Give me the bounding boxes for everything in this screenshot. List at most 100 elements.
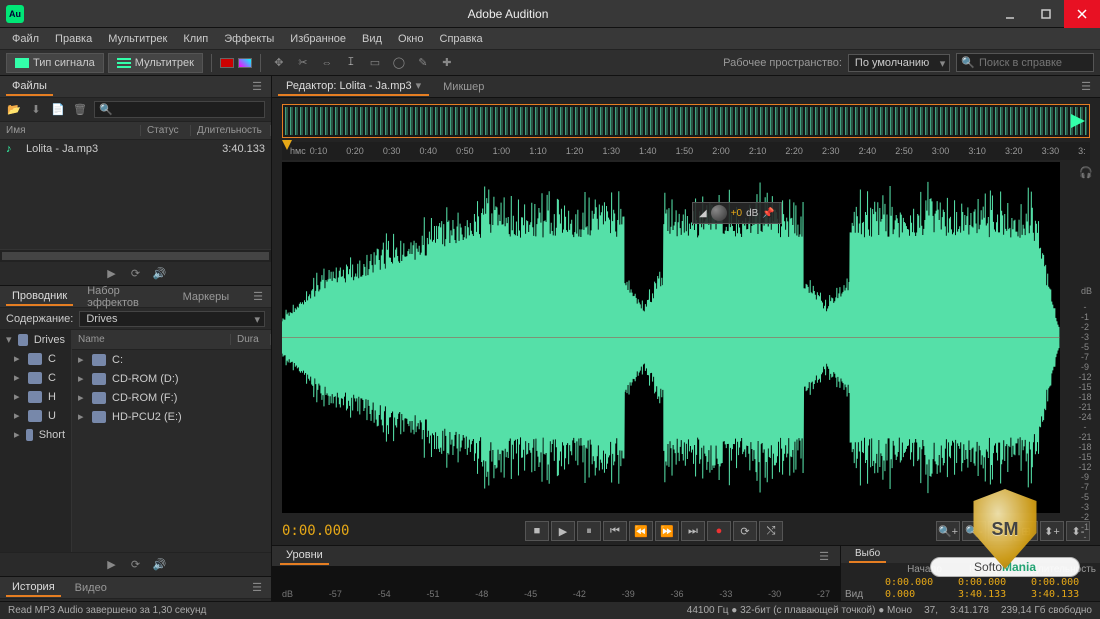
video-tab[interactable]: Видео: [69, 580, 113, 596]
panel-menu-icon[interactable]: ☰: [816, 548, 832, 564]
autoplay-icon[interactable]: 🔊: [152, 266, 168, 282]
color-swatch-spectral[interactable]: [238, 58, 252, 68]
tree-item[interactable]: ▸C: [0, 349, 71, 368]
menu-help[interactable]: Справка: [432, 30, 491, 48]
col-duration[interactable]: Длительность: [191, 125, 271, 136]
selection-tab[interactable]: Выбо: [849, 546, 886, 563]
razor-tool-icon[interactable]: ✂: [293, 53, 313, 73]
sel-end[interactable]: 0:00.000: [954, 577, 1027, 588]
headphones-icon[interactable]: 🎧: [1078, 164, 1094, 180]
help-search-input[interactable]: [979, 57, 1089, 69]
multitrack-mode-button[interactable]: Мультитрек: [108, 53, 203, 73]
timeline-ruler[interactable]: hмс 0:100:200:300:400:501:001:101:201:30…: [282, 142, 1090, 160]
panel-menu-icon[interactable]: ☰: [251, 289, 265, 305]
tree-item[interactable]: ▸U: [0, 406, 71, 425]
pin-icon[interactable]: 📌: [762, 208, 774, 219]
color-swatch-red[interactable]: [220, 58, 234, 68]
menu-window[interactable]: Окно: [390, 30, 432, 48]
view-start[interactable]: 0.000: [881, 589, 954, 600]
chevron-down-icon[interactable]: ▾: [416, 80, 422, 92]
col-dur[interactable]: Dura: [231, 334, 271, 345]
sel-start[interactable]: 0:00.000: [881, 577, 954, 588]
col-status[interactable]: Статус: [141, 125, 191, 136]
editor-tab[interactable]: Редактор: Lolita - Ja.mp3▾: [278, 77, 429, 96]
markers-tab[interactable]: Маркеры: [177, 289, 236, 305]
time-select-tool-icon[interactable]: 𝙸: [341, 53, 361, 73]
marquee-tool-icon[interactable]: ▭: [365, 53, 385, 73]
file-row[interactable]: ♪ Lolita - Ja.mp3 3:40.133: [0, 140, 271, 158]
go-start-button[interactable]: ⏮: [603, 521, 627, 541]
record-file-icon[interactable]: ⬇: [28, 102, 44, 118]
loop-button[interactable]: ⟳: [733, 521, 757, 541]
minimize-button[interactable]: [992, 0, 1028, 28]
content-select[interactable]: Drives: [79, 311, 265, 327]
play-icon[interactable]: ▶: [104, 557, 120, 573]
zoom-in-icon[interactable]: 🔍+: [936, 521, 960, 541]
tree-item[interactable]: ▸Short: [0, 425, 71, 444]
sel-dur[interactable]: 0:00.000: [1027, 577, 1100, 588]
files-hscroll[interactable]: [0, 249, 271, 261]
mixer-tab[interactable]: Микшер: [435, 79, 492, 95]
loop-icon[interactable]: ⟳: [128, 266, 144, 282]
panel-menu-icon[interactable]: ☰: [249, 580, 265, 596]
record-button[interactable]: ●: [707, 521, 731, 541]
loop-icon[interactable]: ⟳: [128, 557, 144, 573]
rewind-button[interactable]: ⏪: [629, 521, 653, 541]
overview-waveform[interactable]: [282, 104, 1090, 138]
open-file-icon[interactable]: 📂: [6, 102, 22, 118]
files-search-input[interactable]: [117, 104, 260, 116]
files-search[interactable]: 🔍: [94, 101, 265, 118]
menu-file[interactable]: Файл: [4, 30, 47, 48]
tree-root[interactable]: ▾Drives: [0, 330, 71, 349]
levels-tab[interactable]: Уровни: [280, 547, 329, 565]
heal-tool-icon[interactable]: ✚: [437, 53, 457, 73]
panel-menu-icon[interactable]: ☰: [249, 79, 265, 95]
tree-item[interactable]: ▸H: [0, 387, 71, 406]
col-name[interactable]: Имя: [0, 125, 141, 136]
slip-tool-icon[interactable]: ⇔: [317, 53, 337, 73]
menu-favorites[interactable]: Избранное: [282, 30, 354, 48]
zoom-full-icon[interactable]: ⊡: [988, 521, 1012, 541]
menu-multitrack[interactable]: Мультитрек: [100, 30, 175, 48]
col-name[interactable]: Name: [72, 334, 231, 345]
files-tab[interactable]: Файлы: [6, 78, 53, 96]
panel-menu-icon[interactable]: ☰: [1078, 79, 1094, 95]
stop-button[interactable]: ■: [525, 521, 549, 541]
autoplay-icon[interactable]: 🔊: [152, 557, 168, 573]
pause-button[interactable]: ⏸: [577, 521, 601, 541]
gain-knob-icon[interactable]: [711, 205, 727, 221]
trash-icon[interactable]: 🗑: [72, 102, 88, 118]
zoom-out-icon[interactable]: 🔍-: [962, 521, 986, 541]
maximize-button[interactable]: [1028, 0, 1064, 28]
go-end-button[interactable]: ⏭: [681, 521, 705, 541]
volume-hud[interactable]: ◢ +0 dB 📌: [692, 202, 782, 224]
import-icon[interactable]: 📄: [50, 102, 66, 118]
waveform-display[interactable]: ◢ +0 dB 📌: [282, 162, 1060, 513]
view-dur[interactable]: 3:40.133: [1027, 589, 1100, 600]
forward-button[interactable]: ⏩: [655, 521, 679, 541]
zoom-in-v-icon[interactable]: ⬍+: [1040, 521, 1064, 541]
history-tab[interactable]: История: [6, 579, 61, 597]
tree-item[interactable]: ▸C: [0, 368, 71, 387]
drive-row[interactable]: ▸HD-PCU2 (E:): [72, 407, 271, 426]
workspace-select[interactable]: По умолчанию: [848, 54, 950, 72]
menu-view[interactable]: Вид: [354, 30, 390, 48]
levels-meter[interactable]: dB-57-54-51-48-45-42-39-36-33-30-27: [272, 566, 840, 601]
drive-row[interactable]: ▸CD-ROM (F:): [72, 388, 271, 407]
effects-rack-tab[interactable]: Набор эффектов: [81, 283, 168, 311]
play-button[interactable]: ▶: [551, 521, 575, 541]
drive-row[interactable]: ▸C:: [72, 350, 271, 369]
play-icon[interactable]: ▶: [104, 266, 120, 282]
lasso-tool-icon[interactable]: ◯: [389, 53, 409, 73]
close-button[interactable]: [1064, 0, 1100, 28]
brush-tool-icon[interactable]: ✎: [413, 53, 433, 73]
view-end[interactable]: 3:40.133: [954, 589, 1027, 600]
menu-effects[interactable]: Эффекты: [216, 30, 282, 48]
move-tool-icon[interactable]: ✥: [269, 53, 289, 73]
menu-edit[interactable]: Правка: [47, 30, 100, 48]
zoom-sel-icon[interactable]: ⊞: [1014, 521, 1038, 541]
skip-selection-button[interactable]: ⤭: [759, 521, 783, 541]
drive-row[interactable]: ▸CD-ROM (D:): [72, 369, 271, 388]
waveform-mode-button[interactable]: Тип сигнала: [6, 53, 104, 73]
menu-clip[interactable]: Клип: [175, 30, 216, 48]
